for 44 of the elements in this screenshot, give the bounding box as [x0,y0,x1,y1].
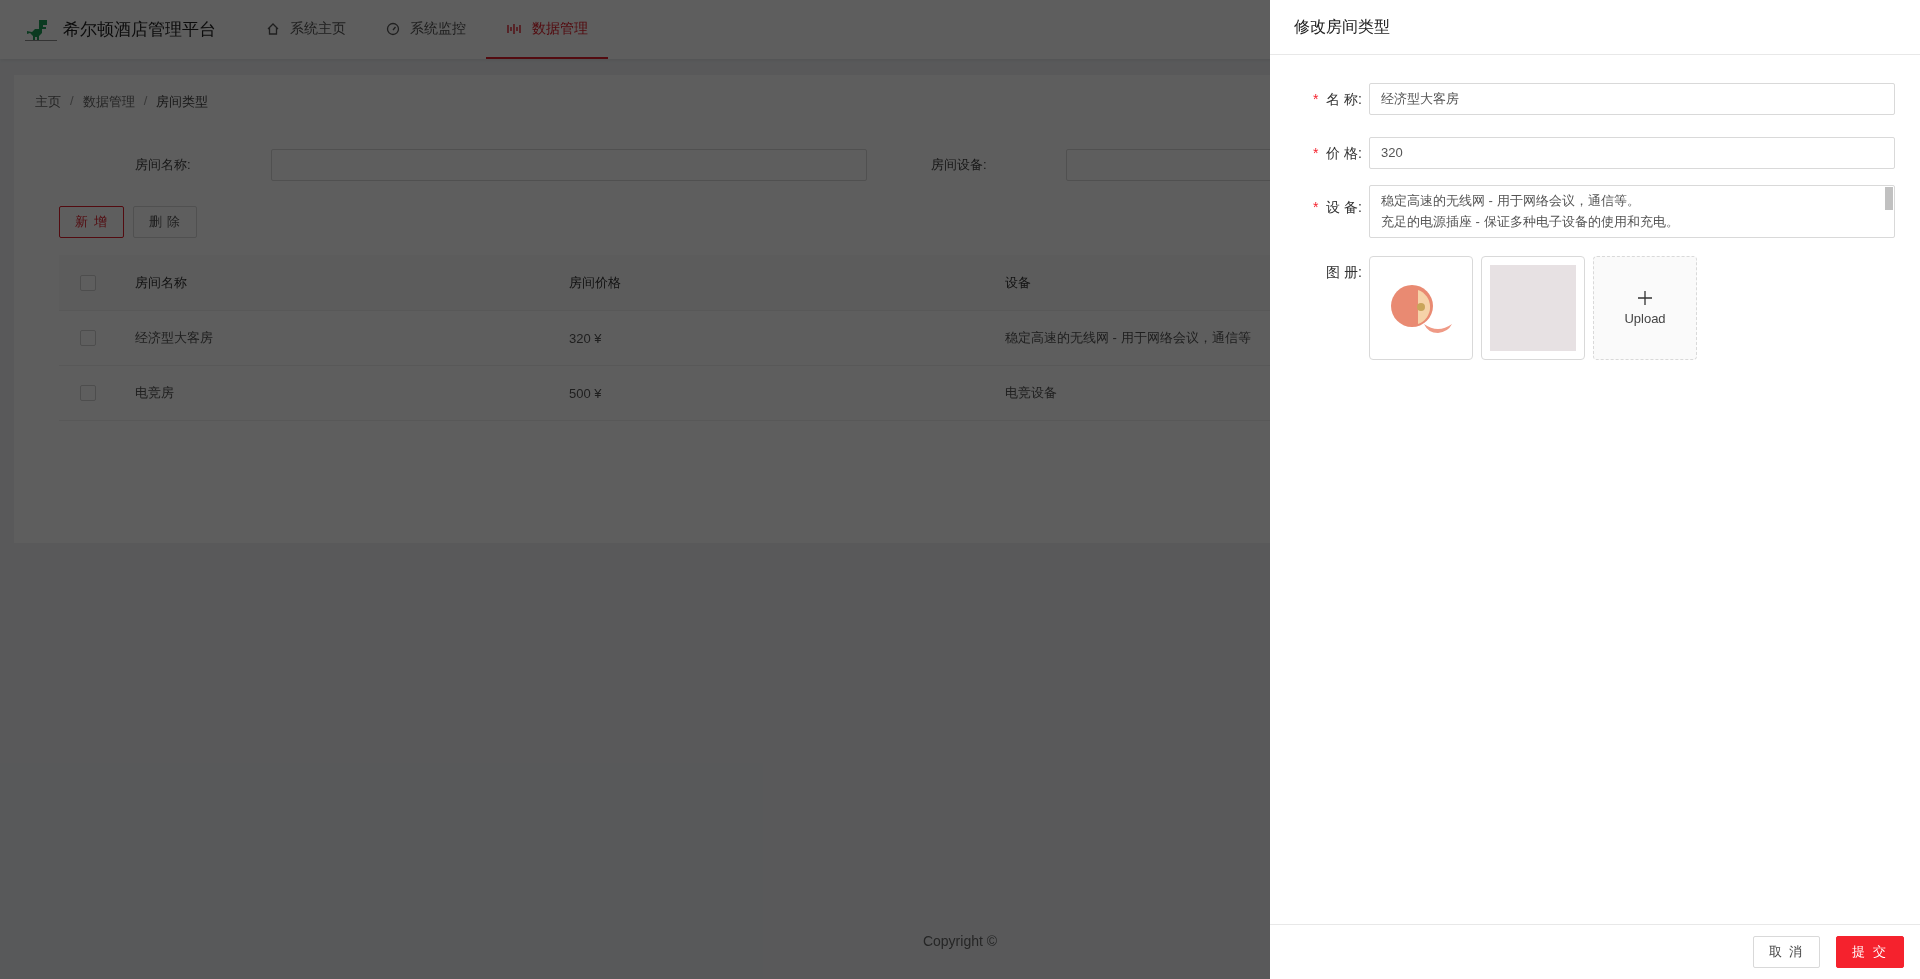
breadcrumb-link[interactable]: 房间类型 [156,93,209,111]
input-field[interactable]: 经济型大客房 [1369,83,1895,115]
text-area[interactable]: 稳定高速的无线网 - 用于网络会议，通信等。 充足的电源插座 - 保证多种电子设备的使用和充电。 [1369,185,1895,238]
nav-tab[interactable]: 系统监控 [366,0,486,59]
drawer-button[interactable]: 提 交 [1836,936,1904,968]
breadcrumb-separator: / [70,93,74,110]
table-cell-text: 电竞设备 [1005,384,1058,402]
toolbar-button[interactable]: 删 除 [132,206,198,238]
scrollbar-thumb[interactable] [1885,187,1893,210]
column-header: 设备 [1005,273,1032,292]
app-title: 希尔顿酒店管理平台 [63,19,216,41]
table-cell-text: 电竞房 [135,384,175,402]
gauge-icon [386,21,400,36]
field-label: 设 备: [1326,199,1362,215]
required-mark: * [1312,199,1319,215]
field-label: 名 称: [1326,91,1362,107]
search-label: 房间设备: [931,156,988,174]
upload-button[interactable]: Upload [1593,256,1697,360]
required-mark: * [1312,145,1319,161]
table-cell-text: 500 ¥ [569,385,603,401]
image-thumbnail[interactable] [1481,256,1585,360]
text-line: 稳定高速的无线网 - 用于网络会议，通信等。 [1381,192,1640,210]
drawer-title: 修改房间类型 [1294,16,1390,37]
input-field[interactable]: 320 [1369,137,1895,169]
field-label: 价 格: [1326,145,1362,161]
table-cell-text: 经济型大客房 [135,329,214,347]
home-icon [266,21,280,36]
breadcrumb-separator: / [143,93,148,110]
dinosaur-logo-icon [25,17,57,42]
table-cell-text: 稳定高速的无线网 - 用于网络会议，通信等 [1005,329,1252,347]
text-line: 充足的电源插座 - 保证多种电子设备的使用和充电。 [1381,213,1679,231]
image-thumbnail[interactable] [1369,256,1473,360]
plus-icon [1638,290,1652,305]
field-label: 图 册: [1326,264,1362,280]
required-mark: * [1312,91,1319,107]
column-header: 房间名称 [135,273,188,292]
toolbar-button[interactable]: 新 增 [59,206,124,238]
column-header: 房间价格 [569,273,622,292]
signal-icon [506,21,522,36]
table-cell-text: 320 ¥ [569,330,603,346]
nav-tab[interactable]: 系统主页 [246,0,366,59]
drawer-button[interactable]: 取 消 [1752,936,1821,968]
search-label: 房间名称: [135,156,192,174]
nav-tab[interactable]: 数据管理 [486,0,608,59]
